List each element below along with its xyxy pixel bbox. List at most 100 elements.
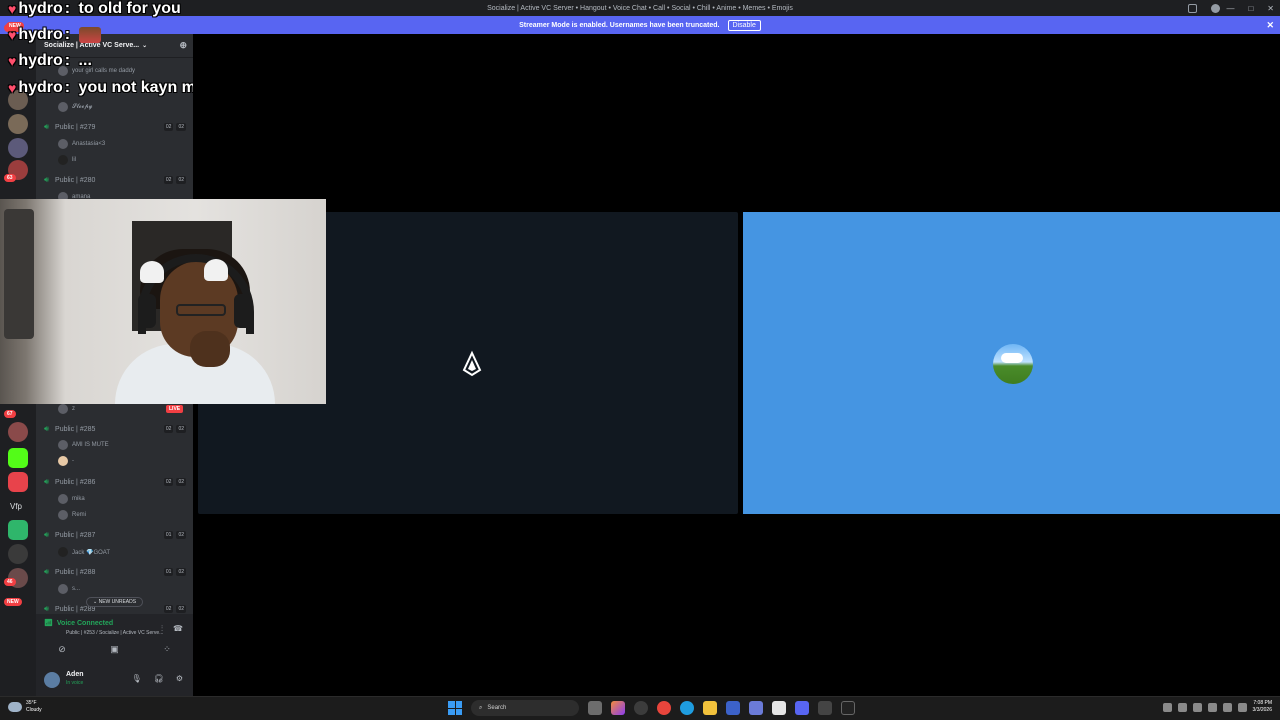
banner-text: Streamer Mode is enabled. Usernames have… [519,21,720,29]
weather-desc: Cloudy [26,707,42,713]
new-unreads-pill[interactable]: ⌄ NEW UNREADS [86,597,144,607]
heart-icon: ♥ [8,80,17,96]
server-icon[interactable] [8,138,28,158]
app-icon[interactable] [749,701,763,715]
disable-streamer-mode-button[interactable]: Disable [727,19,761,31]
voice-member[interactable]: mika [58,493,85,505]
vfp-server-label[interactable]: Vfp [10,502,22,511]
server-icon[interactable] [8,114,28,134]
overlay-chat-line: ♥ hydro: [8,26,101,44]
voice-member[interactable]: s... [58,583,80,595]
system-tray: 7:08 PM 3/3/2026 [1162,700,1272,714]
participant-tile[interactable] [743,212,1280,514]
avatar[interactable] [44,672,60,688]
taskbar: 35°F Cloudy ⌕ Search 7:08 PM 3/3/2026 [0,696,1280,720]
headphones-icon[interactable]: 🎧︎ [154,674,164,683]
activities-icon[interactable]: ⁘ [163,644,171,655]
kick-server-icon[interactable] [8,448,28,468]
emote-image [78,27,101,43]
tray-icon[interactable] [1162,702,1172,712]
streamer-mode-banner: Streamer Mode is enabled. Usernames have… [0,16,1280,34]
heart-icon: ♥ [8,27,17,43]
speaker-icon: 🔊︎ [44,567,50,576]
voice-channel[interactable]: 🔊︎ Public | #279 02 02 [44,120,186,134]
copilot-icon[interactable] [611,701,625,715]
add-member-icon[interactable]: ⊕ [179,40,187,51]
app-icon[interactable] [634,701,648,715]
disconnect-icon[interactable]: ☎ [173,624,183,634]
voice-member[interactable]: 𝓢𝓵𝓮𝓮𝓹𝔂 [58,101,93,113]
tray-icon[interactable] [1192,702,1202,712]
file-explorer-icon[interactable] [703,701,717,715]
window-titlebar: Socialize | Active VC Server • Hangout •… [0,0,1280,16]
volume-icon[interactable] [1222,702,1232,712]
app-icon[interactable] [772,701,786,715]
terminal-icon[interactable] [818,701,832,715]
screen-share-icon[interactable] [1188,3,1197,13]
chrome-icon[interactable] [657,701,671,715]
mention-badge: 67 [4,410,16,418]
server-icon[interactable] [8,520,28,540]
voice-member[interactable]: Remi [58,509,86,521]
overlay-chat-line: ♥ hydro: you not kayn mh [8,79,206,96]
participant-avatar [993,344,1033,384]
voice-member[interactable]: AMI IS MUTE [58,439,109,451]
start-button[interactable] [448,701,462,715]
edge-icon[interactable] [680,701,694,715]
taskbar-search[interactable]: ⌕ Search [471,700,579,716]
cloud-icon [8,702,22,712]
voice-member[interactable]: Jack 💎GOAT [58,546,110,558]
speaker-icon: 🔊︎ [44,122,50,131]
voice-channel[interactable]: 🔊︎ Public | #288 01 02 [44,565,186,579]
battery-icon[interactable] [1237,702,1247,712]
voice-member[interactable]: z [58,403,75,415]
minimize-button[interactable]: — [1226,4,1234,13]
weather-temp: 35°F [26,700,37,706]
discord-icon[interactable] [795,701,809,715]
voice-channel[interactable]: 🔊︎ Public | #287 01 02 [44,528,186,542]
voice-member[interactable]: - [58,455,74,467]
microphone-icon[interactable]: 🎙︎ [132,674,142,683]
help-icon[interactable] [1211,3,1220,13]
speaker-icon: 🔊︎ [44,175,50,184]
screen-share-icon[interactable]: ▣ [110,644,119,655]
live-badge: LIVE [166,405,184,413]
voice-connected-status[interactable]: 📶︎ Voice Connected [44,619,113,628]
mention-badge: 63 [4,174,16,182]
gear-icon[interactable]: ⚙ [176,674,183,683]
voice-connection-panel: 📶︎ Voice Connected Public | #253 / Socia… [36,614,193,664]
app-icon[interactable] [841,701,855,715]
mention-badge: 46 [4,578,16,586]
voice-channel[interactable]: 🔊︎ Public | #286 02 02 [44,475,186,489]
search-icon: ⌕ [479,704,483,711]
speaker-icon: 🔊︎ [44,530,50,539]
server-icon[interactable] [8,544,28,564]
task-view-icon[interactable] [588,701,602,715]
server-icon[interactable] [8,422,28,442]
chevron-down-icon: ⌄ [142,43,148,49]
voice-member[interactable]: Anastasia<3 [58,138,105,150]
weather-widget[interactable]: 35°F Cloudy [8,700,42,714]
voice-channel[interactable]: 🔊︎ Public | #280 02 02 [44,173,186,187]
server-icon[interactable] [8,472,28,492]
voice-location[interactable]: Public | #253 / Socialize | Active VC Se… [66,630,163,636]
app-icon[interactable] [726,701,740,715]
clock[interactable]: 7:08 PM 3/3/2026 [1253,700,1272,714]
user-status: In voice [66,680,84,686]
maximize-button[interactable]: □ [1248,4,1253,13]
heart-icon: ♥ [8,53,17,69]
signal-icon: 📶︎ [44,620,53,627]
voice-stage [193,34,1280,696]
participant-avatar-icon [462,350,482,377]
camera-off-icon[interactable]: ⊘ [58,644,66,655]
overlay-chat-line: ♥ hydro: ... [8,52,92,69]
voice-member[interactable]: lil [58,154,76,166]
close-window-button[interactable]: ✕ [1267,4,1274,13]
speaker-icon: 🔊︎ [44,424,50,433]
banner-close-icon[interactable]: ✕ [1266,20,1274,31]
tray-icon[interactable] [1177,702,1187,712]
noise-suppression-icon[interactable]: ⫶ [161,624,163,634]
voice-channel[interactable]: 🔊︎ Public | #285 02 02 [44,422,186,436]
username[interactable]: Aden [66,671,84,678]
wifi-icon[interactable] [1207,702,1217,712]
